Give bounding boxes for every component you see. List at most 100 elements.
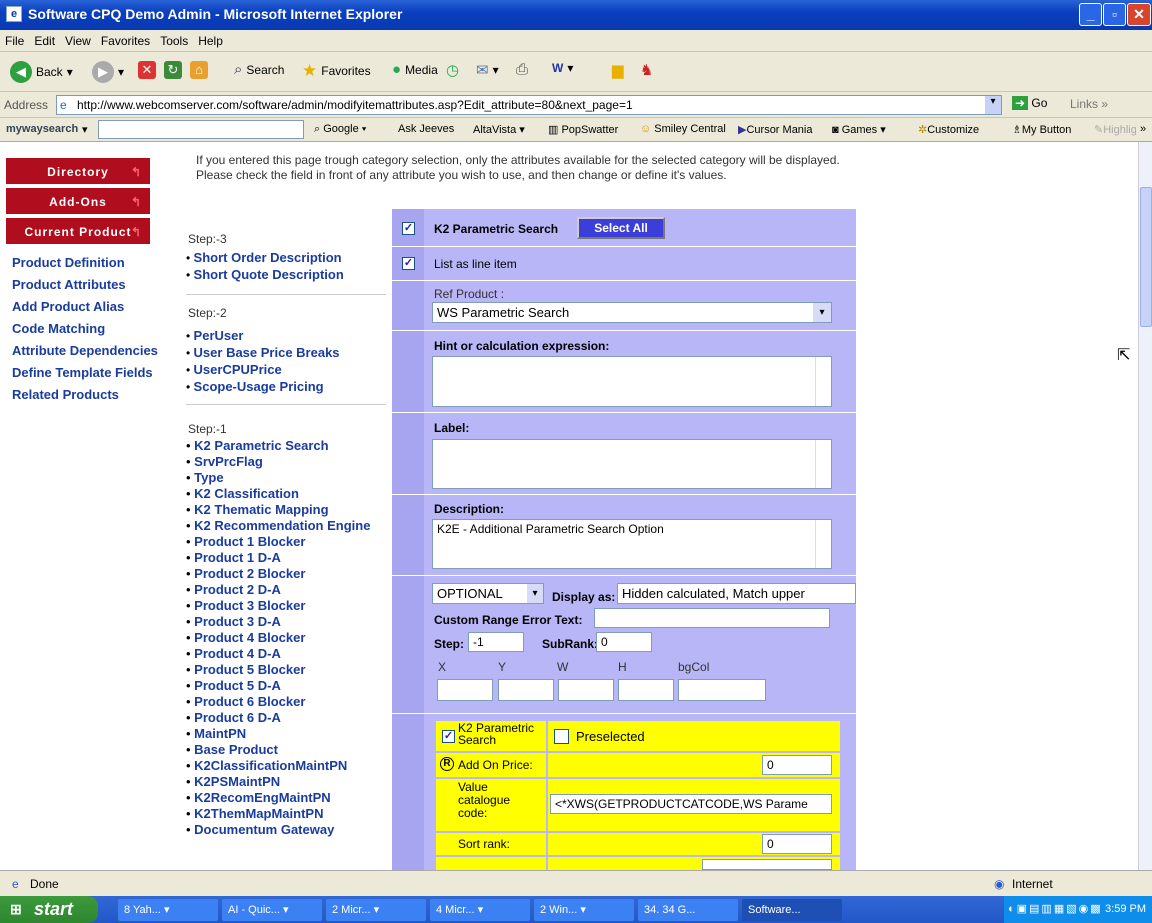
task-ai-quick[interactable]: AI - Quic... ▾ xyxy=(222,899,322,921)
catcode-input[interactable]: <*XWS(GETPRODUCTCATCODE,WS Parame xyxy=(550,794,832,814)
select-all-button[interactable]: Select All xyxy=(577,217,665,239)
media-button[interactable]: ● Media xyxy=(392,61,438,78)
menu-favorites[interactable]: Favorites xyxy=(96,30,155,52)
value-select[interactable] xyxy=(702,859,832,870)
myway-highlight[interactable]: ✎Highlight xyxy=(1094,123,1136,136)
list-as-line-item-checkbox[interactable]: ✓ xyxy=(402,257,415,270)
stop-button[interactable]: ✕ xyxy=(138,61,156,79)
scrollbar[interactable] xyxy=(815,520,831,568)
step-item[interactable]: • Product 6 Blocker xyxy=(186,694,386,710)
step-item[interactable]: • SrvPrcFlag xyxy=(186,454,386,470)
scrollbar[interactable] xyxy=(815,440,831,488)
link-attribute-dependencies[interactable]: Attribute Dependencies xyxy=(12,343,158,358)
messenger-button[interactable]: ♞ xyxy=(640,61,653,79)
step-item[interactable]: • Product 3 D-A xyxy=(186,614,386,630)
step-item[interactable]: • Product 1 Blocker xyxy=(186,534,386,550)
ref-product-select[interactable]: WS Parametric Search ▾ xyxy=(432,302,832,323)
menu-help[interactable]: Help xyxy=(193,30,228,52)
search-button[interactable]: ⌕ Search xyxy=(234,61,284,78)
maximize-button[interactable]: ▫ xyxy=(1103,3,1126,26)
history-button[interactable]: ◷ xyxy=(446,61,459,79)
myway-google[interactable]: ⌕ Google ▾ xyxy=(314,123,366,136)
back-button[interactable]: ◀ Back ▾ xyxy=(10,61,73,83)
menu-edit[interactable]: Edit xyxy=(29,30,60,52)
step-item[interactable]: • Product 5 D-A xyxy=(186,678,386,694)
myway-games[interactable]: ◙ Games ▾ xyxy=(832,123,886,136)
scrollbar-thumb[interactable] xyxy=(1140,187,1152,327)
task-microsoft-2[interactable]: 4 Micr... ▾ xyxy=(430,899,530,921)
myway-smiley-central[interactable]: ☺ Smiley Central xyxy=(640,123,726,135)
myway-my-button[interactable]: ♗My Button xyxy=(1012,123,1071,136)
link-define-template-fields[interactable]: Define Template Fields xyxy=(12,365,153,380)
folder-button[interactable]: ▆ xyxy=(612,61,624,79)
menu-file[interactable]: File xyxy=(0,30,29,52)
print-button[interactable]: ⎙ xyxy=(516,61,528,78)
favorites-button[interactable]: ★ Favorites xyxy=(302,61,371,81)
step-item[interactable]: • K2ClassificationMaintPN xyxy=(186,758,386,774)
link-code-matching[interactable]: Code Matching xyxy=(12,321,105,336)
step-item[interactable]: • Product 4 Blocker xyxy=(186,630,386,646)
hint-textarea[interactable] xyxy=(432,356,832,407)
step-item[interactable]: • K2 Thematic Mapping xyxy=(186,502,386,518)
step-item[interactable]: • K2ThemMapMaintPN xyxy=(186,806,386,822)
display-as-select[interactable]: Hidden calculated, Match upper xyxy=(617,583,856,604)
step-item[interactable]: • Product 2 D-A xyxy=(186,582,386,598)
optional-select[interactable]: OPTIONAL ▾ xyxy=(432,583,544,604)
step-item[interactable]: • Documentum Gateway xyxy=(186,822,386,838)
link-product-definition[interactable]: Product Definition xyxy=(12,255,125,270)
preselected-checkbox[interactable] xyxy=(554,729,569,744)
task-photos[interactable]: 34. 34 G... xyxy=(638,899,738,921)
step-item[interactable]: • K2 Recommendation Engine xyxy=(186,518,386,534)
address-input[interactable]: e http://www.webcomserver.com/software/ad… xyxy=(56,95,1002,115)
x-input[interactable] xyxy=(437,679,493,701)
go-button[interactable]: ➜ Go xyxy=(1012,96,1047,110)
step-item[interactable]: • Product 3 Blocker xyxy=(186,598,386,614)
step-item[interactable]: • PerUser xyxy=(186,328,243,343)
step-input[interactable]: -1 xyxy=(468,632,524,652)
value-enable-checkbox[interactable]: ✓ xyxy=(442,730,455,743)
step-item[interactable]: • K2 Parametric Search xyxy=(186,438,386,454)
addon-price-input[interactable]: 0 xyxy=(762,755,832,775)
myway-altavista[interactable]: AltaVista ▾ xyxy=(473,123,525,136)
nav-current-product-button[interactable]: Current Product ↰ xyxy=(6,218,150,246)
step-item[interactable]: • Short Quote Description xyxy=(186,267,344,282)
sort-rank-input[interactable]: 0 xyxy=(762,834,832,854)
y-input[interactable] xyxy=(498,679,554,701)
myway-customize[interactable]: ✲Customize xyxy=(918,123,979,136)
task-windows[interactable]: 2 Win... ▾ xyxy=(534,899,634,921)
task-software-active[interactable]: Software... xyxy=(742,899,842,921)
step-item[interactable]: • Product 4 D-A xyxy=(186,646,386,662)
step-item[interactable]: • UserCPUPrice xyxy=(186,362,282,377)
task-yahoo[interactable]: 8 Yah... ▾ xyxy=(118,899,218,921)
myway-popswatter[interactable]: ▥ PopSwatter xyxy=(548,123,618,136)
step-item[interactable]: • K2PSMaintPN xyxy=(186,774,386,790)
page-scrollbar[interactable] xyxy=(1138,142,1152,870)
step-item[interactable]: • Product 6 D-A xyxy=(186,710,386,726)
address-dropdown-icon[interactable]: ▾ xyxy=(985,96,1001,114)
home-button[interactable]: ⌂ xyxy=(190,61,208,79)
menu-tools[interactable]: Tools xyxy=(155,30,193,52)
start-button[interactable]: ⊞ start xyxy=(0,896,98,923)
mail-button[interactable]: ✉ ▾ xyxy=(476,61,499,79)
link-product-attributes[interactable]: Product Attributes xyxy=(12,277,126,292)
myway-ask-jeeves[interactable]: Ask Jeeves xyxy=(398,123,454,135)
task-microsoft-1[interactable]: 2 Micr... ▾ xyxy=(326,899,426,921)
step-item[interactable]: • K2 Classification xyxy=(186,486,386,502)
close-button[interactable]: ✕ xyxy=(1127,3,1151,26)
myway-search-input[interactable] xyxy=(98,120,304,139)
description-textarea[interactable]: K2E - Additional Parametric Search Optio… xyxy=(432,519,832,569)
edit-button[interactable]: W ▾ xyxy=(552,61,573,75)
minimize-button[interactable]: _ xyxy=(1079,3,1102,26)
forward-button[interactable]: ▶ ▾ xyxy=(92,61,124,83)
step-item[interactable]: • K2RecomEngMaintPN xyxy=(186,790,386,806)
nav-addons-button[interactable]: Add-Ons ↰ xyxy=(6,188,150,216)
step-item[interactable]: • Type xyxy=(186,470,386,486)
w-input[interactable] xyxy=(558,679,614,701)
enable-attribute-checkbox[interactable]: ✓ xyxy=(402,222,415,235)
scrollbar[interactable] xyxy=(815,357,831,406)
link-add-product-alias[interactable]: Add Product Alias xyxy=(12,299,124,314)
step-item[interactable]: • Product 2 Blocker xyxy=(186,566,386,582)
bgcol-input[interactable] xyxy=(678,679,766,701)
h-input[interactable] xyxy=(618,679,674,701)
step-item[interactable]: • MaintPN xyxy=(186,726,386,742)
